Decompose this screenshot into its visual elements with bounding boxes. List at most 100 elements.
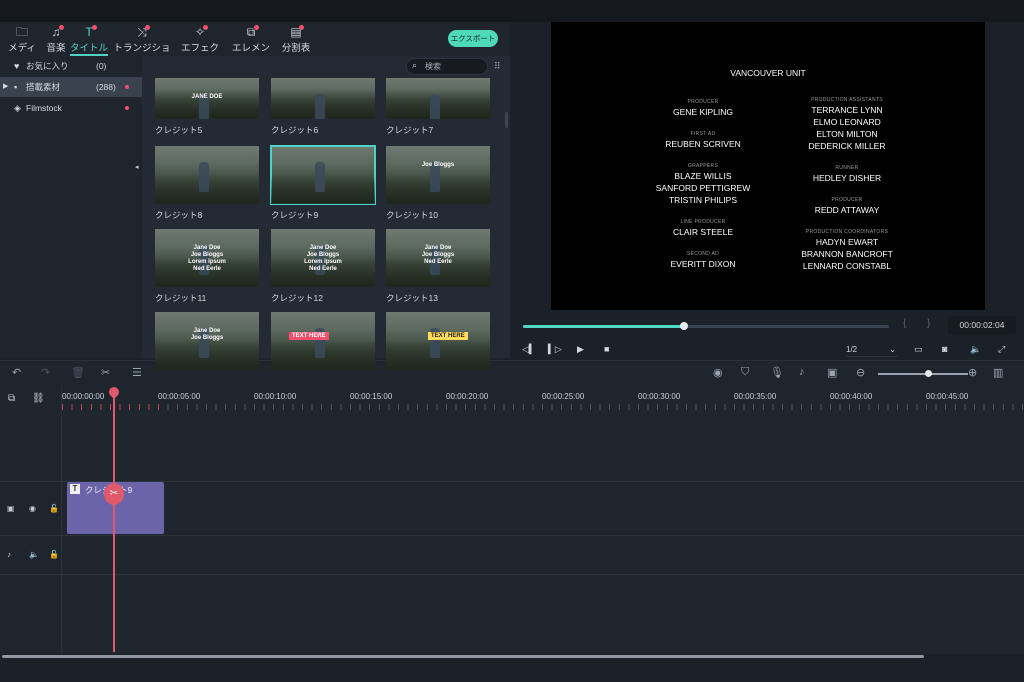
title-thumbnail[interactable]: Jane Doe Joe Bloggs Lorem Ipsum Ned Eerl… (155, 229, 259, 287)
sidebar-item-count: (288) (96, 82, 116, 92)
title-thumbnail[interactable] (155, 146, 259, 204)
track-lock-icon[interactable]: 🔓 (49, 504, 59, 513)
zoom-slider-handle[interactable] (924, 370, 932, 377)
thumbnail-scrollbar[interactable] (505, 112, 508, 128)
sidebar-item-2[interactable]: ▶ ▪ 搭載素材 (288) (0, 77, 142, 97)
sidebar-item-1[interactable]: ♥ お気に入り (0) (0, 56, 142, 76)
credit-name: DEDERICK MILLER (808, 141, 886, 151)
title-thumbnail[interactable] (270, 145, 376, 205)
title-t-icon: T (70, 22, 108, 40)
add-track-icon[interactable]: ⧉ (8, 393, 15, 404)
playback-progress (523, 325, 685, 328)
undo-icon[interactable]: ↶ (12, 366, 21, 379)
title-thumbnail[interactable]: TEXT HERE (386, 312, 490, 370)
credit-role: RUNNER (835, 165, 859, 171)
zoom-out-icon[interactable]: ⊖ (856, 366, 865, 379)
zoom-slider[interactable] (878, 373, 968, 375)
credit-name: CLAIR STEELE (673, 227, 733, 237)
title-thumbnail[interactable] (386, 78, 490, 119)
credit-name: REDD ATTAWAY (814, 205, 880, 215)
credits-heading: VANCOUVER UNIT (730, 68, 806, 78)
track-height-icon[interactable]: ▥ (993, 366, 1003, 379)
microphone-icon[interactable]: 🎙 (770, 366, 784, 379)
zoom-in-icon[interactable]: ⊕ (968, 366, 977, 379)
link-icon[interactable]: ⛓ (32, 393, 45, 404)
title-clip-icon: T (70, 484, 80, 494)
timeline-tracks[interactable] (62, 410, 1024, 654)
eye-visibility-icon[interactable]: ◉ (29, 504, 36, 513)
sidebar-item-label: Filmstock (26, 103, 62, 113)
credit-name: ELTON MILTON (816, 129, 878, 139)
thumbnail-caption: Jane Doe Joe Bloggs Lorem Ipsum Ned Eerl… (188, 245, 226, 272)
volume-icon[interactable]: 🔈 (970, 344, 981, 355)
collapse-sidebar-icon[interactable]: ◂ (135, 163, 139, 171)
audio-mixer-icon[interactable]: ♪ (799, 366, 805, 378)
mark-out-icon[interactable]: } (927, 318, 930, 329)
tab-4[interactable]: ⤨トランジション (113, 22, 171, 68)
video-editor-window: 🗀メディア ♫ 音楽 T タイトル ⤨トランジション✧エフェクト⧉エレメント▤分割表示 エ… (0, 0, 1024, 682)
title-thumbnail[interactable]: Joe Bloggs (386, 146, 490, 204)
track-divider (0, 574, 1024, 575)
split-scissors-icon[interactable]: ✂ (104, 483, 124, 505)
sidebar-item-3[interactable]: ◈ Filmstock (0, 98, 142, 118)
render-preview-icon[interactable]: ◉ (713, 366, 723, 379)
subtitle-icon[interactable]: ▣ (827, 366, 837, 379)
expand-arrow-icon[interactable]: ▶ (3, 77, 8, 97)
tab-3[interactable]: T タイトル (70, 22, 108, 56)
tab-7[interactable]: ▤分割表示 (278, 22, 314, 68)
playhead[interactable] (113, 394, 115, 652)
title-thumbnail[interactable] (271, 78, 375, 119)
tab-1[interactable]: 🗀メディア (4, 22, 40, 68)
tab-6[interactable]: ⧉エレメント (229, 22, 273, 68)
snapshot-camera-icon[interactable]: ◙ (942, 344, 947, 354)
notification-dot (299, 25, 304, 30)
preview-quality-select[interactable]: 1/2 ⌄ (846, 343, 898, 357)
effect-sparkle-icon: ✧ (178, 22, 222, 40)
preview-quality-value: 1/2 (846, 345, 858, 354)
display-icon[interactable]: ▭ (914, 344, 923, 355)
audio-track-icon: ♪ (7, 550, 11, 559)
export-button[interactable]: エクスポート (448, 30, 498, 47)
adjust-sliders-icon[interactable]: ☰ (132, 366, 142, 379)
thumbnail-caption: Jane Doe Joe Bloggs Lorem Ipsum Ned Eerl… (304, 245, 342, 272)
speaker-mute-icon[interactable]: 🔈 (29, 550, 39, 559)
play-icon[interactable]: ▶ (577, 344, 584, 355)
mark-in-icon[interactable]: { (903, 318, 906, 329)
thumbnail-label: クレジット12 (271, 293, 323, 303)
credit-name: BRANNON BANCROFT (801, 249, 893, 259)
marker-shield-icon[interactable]: ⛉ (741, 366, 749, 379)
credit-name: HADYN EWART (815, 237, 879, 247)
ruler-label: 00:00:45:00 (926, 392, 969, 401)
delete-trash-icon[interactable]: 🗑 (71, 366, 85, 379)
credit-role: GRAPPERS (687, 163, 719, 169)
next-frame-icon[interactable]: ▍▷ (548, 344, 562, 355)
thumbnail-caption: Jane Doe Joe Bloggs Ned Eerle (421, 245, 455, 265)
tab-2[interactable]: ♫ 音楽 (45, 22, 67, 56)
tab-5[interactable]: ✧エフェクト (178, 22, 222, 68)
thumbnail-label: クレジット13 (386, 293, 438, 303)
redo-icon[interactable]: ↷ (41, 366, 50, 379)
thumbnail-caption: Joe Bloggs (421, 162, 455, 168)
element-icon: ⧉ (229, 22, 273, 40)
title-thumbnail[interactable]: JANE DOE (155, 78, 259, 119)
grid-view-icon[interactable]: ⠿ (494, 61, 501, 72)
sidebar-item-count: (0) (96, 61, 107, 71)
search-icon: ⌕ (412, 60, 418, 70)
title-thumbnail[interactable]: Jane Doe Joe Bloggs (155, 312, 259, 370)
stop-icon[interactable]: ■ (604, 344, 609, 354)
ruler-label: 00:00:15:00 (350, 392, 393, 401)
scrubber-handle[interactable] (680, 322, 689, 330)
scissors-split-icon[interactable]: ✂ (101, 366, 110, 379)
search-input[interactable]: 検索 (406, 58, 488, 75)
fullscreen-icon[interactable]: ⤢ (998, 344, 1005, 355)
category-sidebar: ♥ お気に入り (0) ▶ ▪ 搭載素材 (288) ◈ Filmstock (0, 56, 142, 358)
thumbnail-caption: Jane Doe Joe Bloggs (190, 328, 224, 341)
audio-track-lock-icon[interactable]: 🔓 (49, 550, 59, 559)
title-thumbnail[interactable]: Jane Doe Joe Bloggs Ned Eerle (386, 229, 490, 287)
ruler-label: 00:00:10:00 (254, 392, 297, 401)
title-thumbnail[interactable]: Jane Doe Joe Bloggs Lorem Ipsum Ned Eerl… (271, 229, 375, 287)
sidebar-item-label: 搭載素材 (26, 82, 61, 92)
previous-frame-icon[interactable]: ◁▍ (522, 344, 536, 355)
notification-dot (125, 106, 129, 110)
title-thumbnail[interactable]: TEXT HERE (271, 312, 375, 370)
